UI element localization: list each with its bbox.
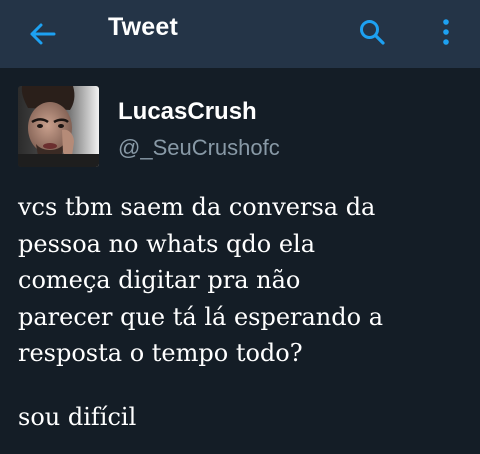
- arrow-left-icon: [30, 23, 56, 45]
- search-button[interactable]: [350, 10, 394, 54]
- tweet-detail-screen: Tweet LucasCrush @_SeuCrushofc vcs tbm s…: [0, 0, 480, 454]
- tweet-author: LucasCrush @_SeuCrushofc: [18, 86, 468, 168]
- page-title: Tweet: [108, 13, 178, 41]
- tweet-text-extra: sou difícil: [18, 403, 137, 431]
- tweet-text: vcs tbm saem da conversa da pessoa no wh…: [18, 193, 384, 367]
- top-app-bar: Tweet: [0, 0, 480, 68]
- back-button[interactable]: [22, 14, 62, 54]
- author-handle[interactable]: @_SeuCrushofc: [118, 135, 280, 161]
- profile-photo: [18, 86, 99, 167]
- search-icon: [360, 20, 385, 45]
- more-vertical-icon: [443, 19, 449, 45]
- avatar[interactable]: [18, 86, 99, 167]
- more-options-button[interactable]: [428, 10, 464, 54]
- author-display-name[interactable]: LucasCrush: [118, 98, 257, 126]
